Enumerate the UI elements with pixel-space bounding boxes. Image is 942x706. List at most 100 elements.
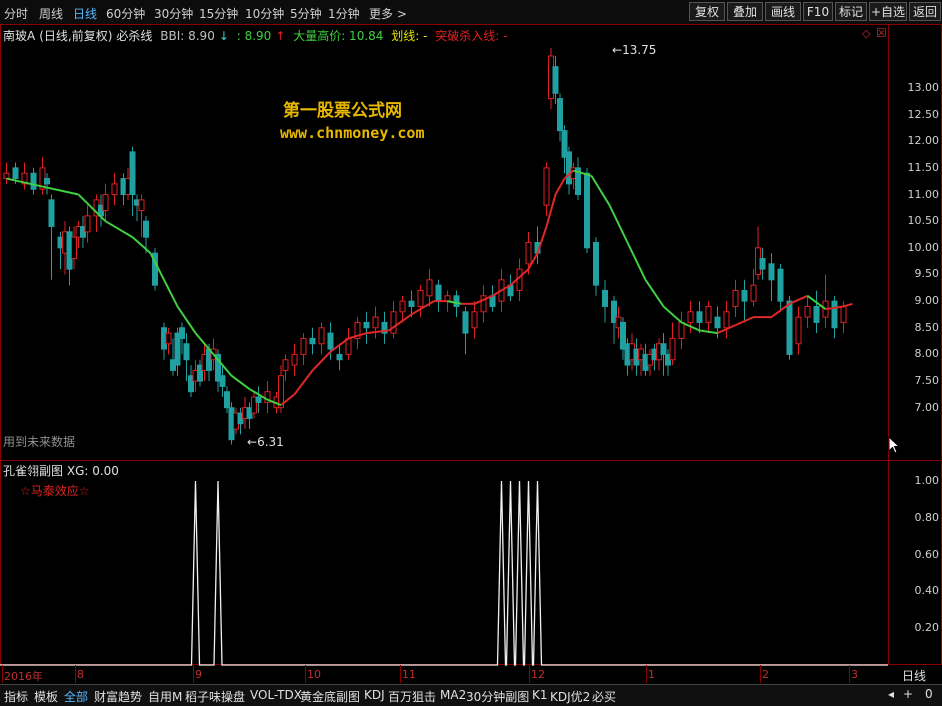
draw-line-button[interactable]: 画线 xyxy=(765,2,801,21)
indicator-tab[interactable]: 黄金底副图 xyxy=(300,688,360,705)
x-tick-mark xyxy=(2,665,3,683)
period-tab-1m[interactable]: 1分钟 xyxy=(328,5,360,22)
x-tick-label: 12 xyxy=(531,668,545,681)
candle xyxy=(336,343,343,371)
period-tab-15m[interactable]: 15分钟 xyxy=(199,5,238,22)
candle xyxy=(471,301,478,339)
candle xyxy=(705,301,712,334)
x-tick-label: 8 xyxy=(77,668,84,681)
restore-rights-button[interactable]: 复权 xyxy=(689,2,725,21)
candle xyxy=(507,274,514,302)
candle xyxy=(575,157,581,200)
indicator-tab[interactable]: VOL-TDX xyxy=(250,688,302,702)
candle xyxy=(48,194,55,280)
candle xyxy=(489,285,496,312)
x-tick-mark xyxy=(529,665,530,683)
candle xyxy=(462,306,469,355)
candle xyxy=(111,173,118,206)
y-tick-label: 9.00 xyxy=(914,294,940,308)
bbi-line-segment xyxy=(662,305,683,324)
indicator-tab[interactable]: 指标 xyxy=(4,688,28,705)
indicator-tab[interactable]: KDJ优2 xyxy=(550,688,590,705)
x-tick-label: 9 xyxy=(195,668,202,681)
candle xyxy=(602,279,608,323)
period-tab-10m[interactable]: 10分钟 xyxy=(245,5,284,22)
candle xyxy=(363,311,370,344)
indicator-tab[interactable]: KDJ xyxy=(364,688,385,702)
indicator-tab[interactable]: 百万狙击 xyxy=(388,688,436,705)
y-tick-label: 7.50 xyxy=(914,374,940,388)
candle xyxy=(822,274,829,328)
bbi-line-segment xyxy=(131,236,152,254)
candle xyxy=(278,365,284,414)
period-tab-5m[interactable]: 5分钟 xyxy=(290,5,322,22)
price-high-label: ←13.75 xyxy=(612,43,657,57)
x-tick-label: 1 xyxy=(648,668,655,681)
sub-y-tick-label: 0.80 xyxy=(914,510,940,524)
candle xyxy=(678,311,685,350)
y-tick-label: 10.00 xyxy=(907,240,940,254)
indicator-tab[interactable]: MA2 xyxy=(440,688,466,702)
indicator-tab[interactable]: 稻子味操盘 xyxy=(185,688,245,705)
mouse-cursor-icon xyxy=(888,436,901,454)
zoom-out-button[interactable]: 0 xyxy=(925,687,933,701)
candle xyxy=(309,327,316,355)
period-tab-fenshi[interactable]: 分时 xyxy=(4,5,28,22)
back-button[interactable]: 返回 xyxy=(909,2,941,21)
more-menu[interactable]: 更多 > xyxy=(369,5,407,22)
candle xyxy=(264,381,271,414)
bbi-line-segment xyxy=(311,351,332,372)
candle xyxy=(480,285,487,323)
candle xyxy=(3,162,10,184)
candle xyxy=(372,306,379,339)
candle xyxy=(417,285,424,318)
candle xyxy=(795,306,802,355)
bbi-line-segment xyxy=(104,220,134,239)
indicator-tab[interactable]: 必买 xyxy=(592,688,616,705)
y-tick-label: 11.00 xyxy=(907,187,940,201)
bbi-line-segment xyxy=(42,185,79,196)
mark-button[interactable]: 标记 xyxy=(835,2,867,21)
indicator-tab[interactable]: 全部 xyxy=(64,688,88,705)
scroll-left-button[interactable]: ◂ xyxy=(888,687,894,701)
sub-y-tick-label: 0.20 xyxy=(914,621,940,635)
candle xyxy=(741,279,748,323)
f10-button[interactable]: F10 xyxy=(803,2,833,21)
y-tick-label: 10.50 xyxy=(907,214,940,228)
period-tab-day[interactable]: 日线 xyxy=(73,5,97,22)
candle xyxy=(696,301,703,334)
overlay-button[interactable]: 叠加 xyxy=(727,2,763,21)
bbi-line-segment xyxy=(590,175,611,206)
bbi-line-segment xyxy=(843,302,853,308)
bbi-line-segment xyxy=(536,226,548,254)
bbi-line-segment xyxy=(626,242,647,281)
price-low-value: 6.31 xyxy=(257,435,284,449)
x-tick-mark xyxy=(400,665,401,683)
period-tab-week[interactable]: 周线 xyxy=(39,5,63,22)
candle xyxy=(435,279,442,312)
x-tick-mark xyxy=(75,665,76,683)
candle xyxy=(345,327,352,360)
bbi-line-segment xyxy=(230,374,251,390)
indicator-tab[interactable]: 自用M xyxy=(148,688,182,705)
add-favorite-button[interactable]: +自选 xyxy=(869,2,907,21)
x-tick-label: 2 xyxy=(762,668,769,681)
y-tick-label: 11.50 xyxy=(907,160,940,174)
indicator-tab[interactable]: 财富趋势 xyxy=(94,688,142,705)
y-tick-label: 13.00 xyxy=(907,80,940,94)
candle xyxy=(804,295,811,328)
indicator-tab[interactable]: 30分钟副图 xyxy=(466,688,529,705)
period-label: 日线 xyxy=(902,669,927,683)
y-tick-label: 12.50 xyxy=(907,107,940,121)
period-tab-30m[interactable]: 30分钟 xyxy=(154,5,193,22)
y-tick-label: 12.00 xyxy=(907,134,940,148)
bbi-line-segment xyxy=(554,178,566,196)
zoom-in-button[interactable]: + xyxy=(903,687,913,701)
x-tick-mark xyxy=(305,665,306,683)
candle xyxy=(755,226,761,280)
candle xyxy=(813,290,820,334)
period-tab-60m[interactable]: 60分钟 xyxy=(106,5,145,22)
price-low-label: ←6.31 xyxy=(247,435,284,449)
indicator-tab[interactable]: 模板 xyxy=(34,688,58,705)
indicator-tab[interactable]: K1 xyxy=(532,688,548,702)
